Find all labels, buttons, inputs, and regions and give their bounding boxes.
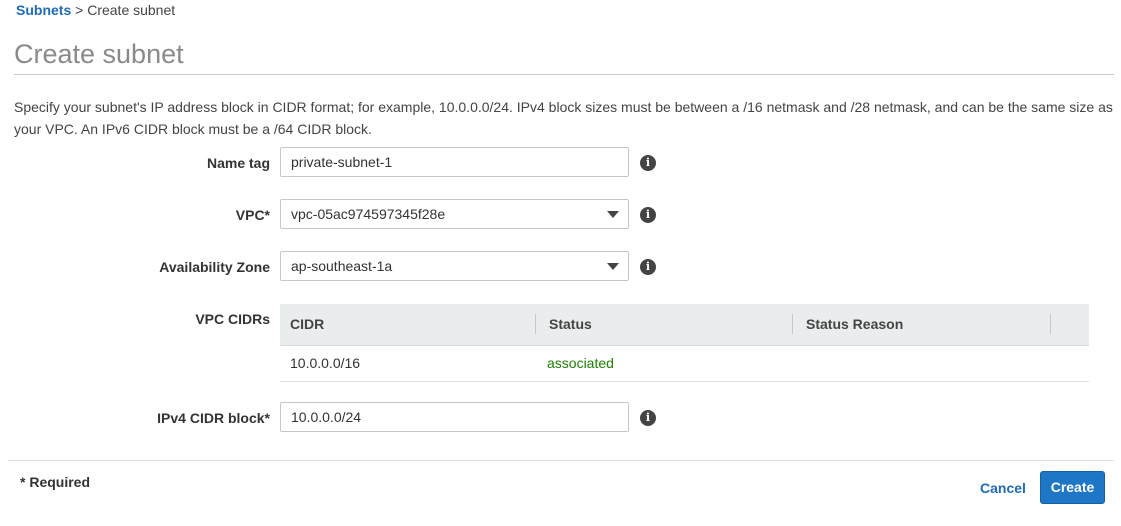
title-divider <box>14 74 1114 75</box>
footer-divider <box>8 460 1114 461</box>
availability-zone-label: Availability Zone <box>159 259 270 275</box>
create-button[interactable]: Create <box>1040 471 1105 504</box>
ipv4-cidr-input[interactable]: 10.0.0.0/24 <box>280 402 629 432</box>
column-header-status[interactable]: Status <box>549 304 592 345</box>
name-tag-label: Name tag <box>206 155 270 171</box>
breadcrumb: Subnets > Create subnet <box>16 2 175 18</box>
chevron-down-icon <box>607 263 619 270</box>
breadcrumb-subnets-link[interactable]: Subnets <box>16 2 71 18</box>
ipv4-cidr-info-icon[interactable]: i <box>640 410 656 426</box>
table-row: 10.0.0.0/16 associated <box>280 346 1089 382</box>
vpc-cidrs-table-header: CIDR Status Status Reason <box>280 304 1089 346</box>
vpc-cidrs-label: VPC CIDRs <box>195 311 270 327</box>
ipv4-cidr-label: IPv4 CIDR block* <box>157 410 270 426</box>
vpc-info-icon[interactable]: i <box>640 207 656 223</box>
name-tag-input[interactable]: private-subnet-1 <box>280 147 629 177</box>
name-tag-info-icon[interactable]: i <box>640 155 656 171</box>
page-description: Specify your subnet's IP address block i… <box>14 99 1113 137</box>
cidr-cell: 10.0.0.0/16 <box>290 355 361 371</box>
vpc-select[interactable]: vpc-05ac974597345f28e <box>280 199 629 229</box>
breadcrumb-separator: > <box>71 2 88 18</box>
availability-zone-info-icon[interactable]: i <box>640 259 656 275</box>
page-title: Create subnet <box>14 39 184 69</box>
breadcrumb-current: Create subnet <box>87 2 176 18</box>
chevron-down-icon <box>607 211 619 218</box>
vpc-label: VPC* <box>235 207 270 223</box>
column-divider <box>1050 314 1051 334</box>
vpc-select-value: vpc-05ac974597345f28e <box>291 206 446 222</box>
column-header-cidr[interactable]: CIDR <box>290 304 324 345</box>
column-divider <box>792 314 793 334</box>
availability-zone-select-value: ap-southeast-1a <box>291 258 393 274</box>
status-cell: associated <box>547 355 614 371</box>
availability-zone-select[interactable]: ap-southeast-1a <box>280 251 629 281</box>
column-divider <box>535 314 536 334</box>
cancel-button[interactable]: Cancel <box>980 480 1026 496</box>
column-header-status-reason[interactable]: Status Reason <box>806 304 903 345</box>
required-note: * Required <box>20 474 91 490</box>
